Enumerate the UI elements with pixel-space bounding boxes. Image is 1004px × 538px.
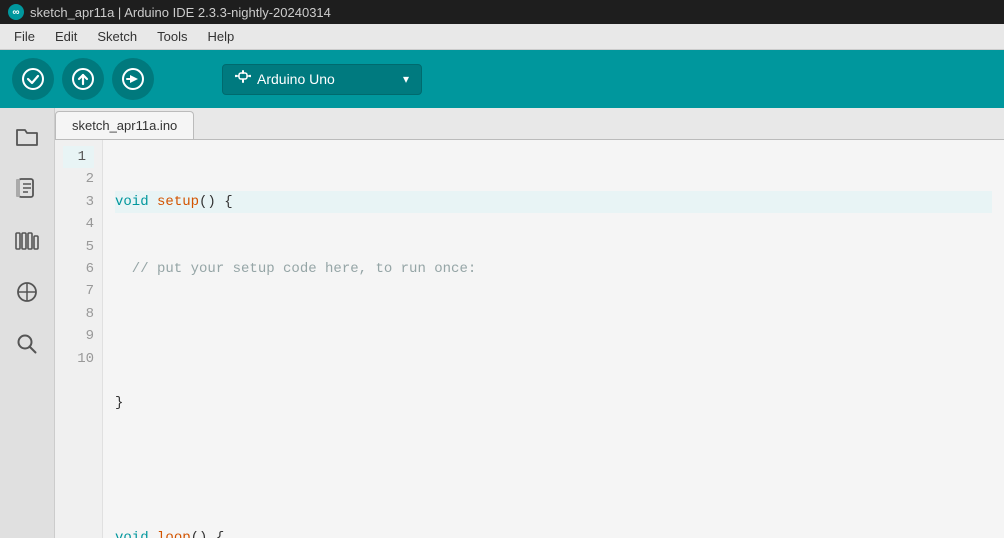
line-numbers: 1 2 3 4 5 6 7 8 9 10 — [55, 140, 103, 538]
main-area: sketch_apr11a.ino 1 2 3 4 5 6 7 8 9 10 v… — [0, 108, 1004, 538]
board-label: Arduino Uno — [257, 71, 335, 87]
line-num-7: 7 — [63, 280, 94, 302]
editor-area: sketch_apr11a.ino 1 2 3 4 5 6 7 8 9 10 v… — [55, 108, 1004, 538]
line-num-8: 8 — [63, 303, 94, 325]
line-num-4: 4 — [63, 213, 94, 235]
book-icon[interactable] — [9, 170, 45, 206]
menu-help[interactable]: Help — [197, 27, 244, 46]
line-num-5: 5 — [63, 236, 94, 258]
code-editor[interactable]: 1 2 3 4 5 6 7 8 9 10 void setup() { // p… — [55, 140, 1004, 538]
file-tab[interactable]: sketch_apr11a.ino — [55, 111, 194, 139]
code-line-5 — [115, 459, 992, 481]
menu-edit[interactable]: Edit — [45, 27, 87, 46]
toolbar: Arduino Uno ▾ — [0, 50, 1004, 108]
line-num-3: 3 — [63, 191, 94, 213]
folder-icon[interactable] — [9, 118, 45, 154]
code-line-3 — [115, 325, 992, 347]
menu-sketch[interactable]: Sketch — [87, 27, 147, 46]
code-line-1: void setup() { — [115, 191, 992, 213]
menu-file[interactable]: File — [4, 27, 45, 46]
line-num-1: 1 — [63, 146, 94, 168]
code-line-6: void loop() { — [115, 527, 992, 538]
debug-button[interactable] — [112, 58, 154, 100]
code-content[interactable]: void setup() { // put your setup code he… — [103, 140, 1004, 538]
usb-icon — [235, 69, 251, 90]
line-num-2: 2 — [63, 168, 94, 190]
title-bar: ∞ sketch_apr11a | Arduino IDE 2.3.3-nigh… — [0, 0, 1004, 24]
app-logo: ∞ — [8, 4, 24, 20]
library-icon[interactable] — [9, 222, 45, 258]
dropdown-arrow-icon: ▾ — [403, 72, 409, 86]
code-line-2: // put your setup code here, to run once… — [115, 258, 992, 280]
tab-bar: sketch_apr11a.ino — [55, 108, 1004, 140]
search-icon[interactable] — [9, 326, 45, 362]
line-num-6: 6 — [63, 258, 94, 280]
upload-button[interactable] — [62, 58, 104, 100]
menu-tools[interactable]: Tools — [147, 27, 197, 46]
line-num-10: 10 — [63, 348, 94, 370]
window-title: sketch_apr11a | Arduino IDE 2.3.3-nightl… — [30, 5, 331, 20]
verify-button[interactable] — [12, 58, 54, 100]
debug-circle-icon[interactable] — [9, 274, 45, 310]
code-line-4: } — [115, 392, 992, 414]
menu-bar: File Edit Sketch Tools Help — [0, 24, 1004, 50]
line-num-9: 9 — [63, 325, 94, 347]
board-selector[interactable]: Arduino Uno ▾ — [222, 64, 422, 95]
sidebar — [0, 108, 55, 538]
